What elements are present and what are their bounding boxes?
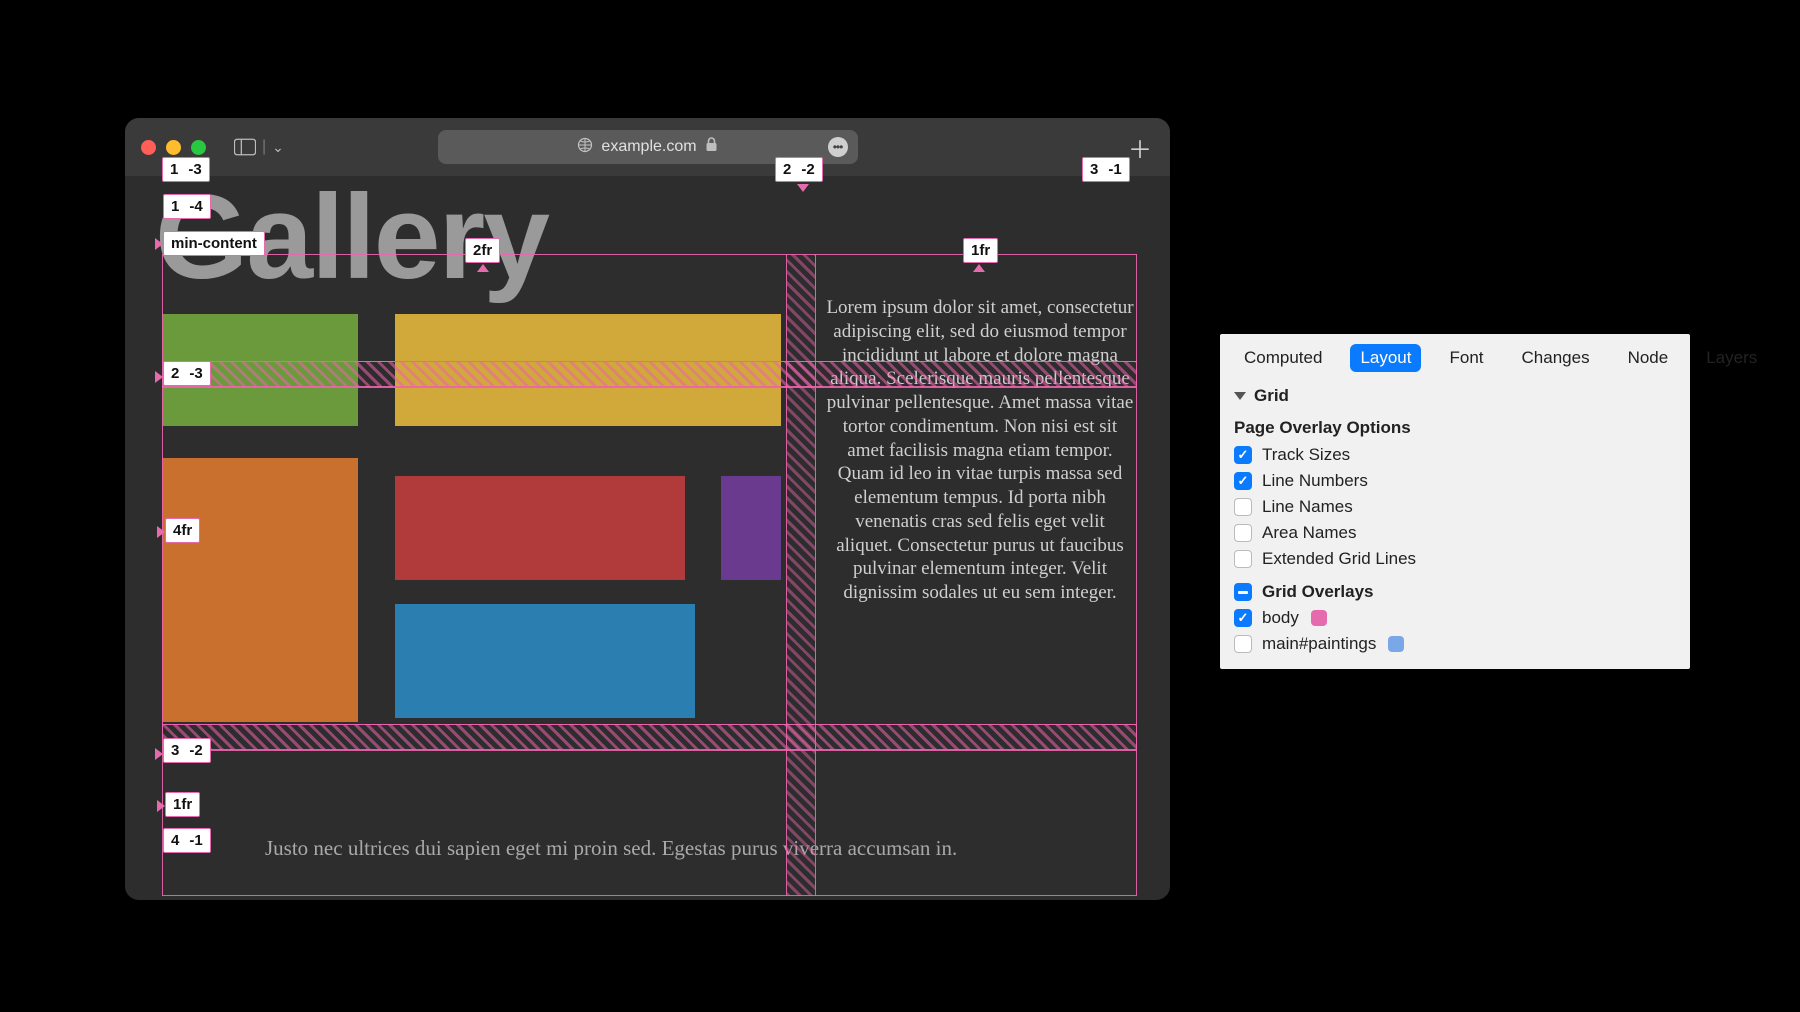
grid-col-track-1: 2fr — [465, 238, 500, 263]
option-label: Track Sizes — [1262, 445, 1350, 465]
zoom-window-button[interactable] — [191, 140, 206, 155]
overlay-label: main#paintings — [1262, 634, 1376, 654]
tab-computed[interactable]: Computed — [1234, 344, 1332, 372]
tab-font[interactable]: Font — [1439, 344, 1493, 372]
grid-section-header[interactable]: Grid — [1234, 382, 1676, 410]
painting-blue — [395, 604, 695, 718]
inspector-panel: Computed Layout Font Changes Node Layers… — [1220, 334, 1690, 669]
browser-window: | ⌄ example.com ••• ＋ Gallery Lorem ipsu… — [125, 118, 1170, 900]
checkbox-icon[interactable] — [1234, 609, 1252, 627]
color-swatch[interactable] — [1311, 610, 1327, 626]
grid-section-label: Grid — [1254, 386, 1289, 406]
lock-icon — [705, 137, 718, 157]
option-label: Line Names — [1262, 497, 1353, 517]
option-track-sizes[interactable]: Track Sizes — [1234, 442, 1676, 468]
overlay-body[interactable]: body — [1234, 605, 1676, 631]
more-icon[interactable]: ••• — [828, 137, 848, 157]
grid-col-line-3: 3-1 — [1082, 157, 1130, 182]
page-viewport: Gallery Lorem ipsum dolor sit amet, cons… — [125, 176, 1170, 900]
checkbox-icon[interactable] — [1234, 498, 1252, 516]
grid-overlays-header-row[interactable]: Grid Overlays — [1234, 572, 1676, 605]
overlay-options-header: Page Overlay Options — [1234, 410, 1676, 442]
overlay-main-paintings[interactable]: main#paintings — [1234, 631, 1676, 657]
grid-overlays-header: Grid Overlays — [1262, 582, 1374, 602]
disclosure-triangle-icon — [1234, 392, 1246, 400]
option-line-numbers[interactable]: Line Numbers — [1234, 468, 1676, 494]
painting-orange — [162, 458, 358, 722]
url-text: example.com — [601, 138, 696, 156]
option-label: Extended Grid Lines — [1262, 549, 1416, 569]
sidebar-icon — [234, 138, 256, 156]
checkbox-icon[interactable] — [1234, 446, 1252, 464]
chevron-down-icon[interactable]: ⌄ — [272, 139, 284, 156]
divider: | — [262, 138, 266, 156]
checkbox-icon[interactable] — [1234, 635, 1252, 653]
option-area-names[interactable]: Area Names — [1234, 520, 1676, 546]
grid-row-line-1: 1-4 — [163, 194, 211, 219]
tab-layers[interactable]: Layers — [1696, 344, 1767, 372]
option-label: Line Numbers — [1262, 471, 1368, 491]
inspector-tabs: Computed Layout Font Changes Node Layers — [1220, 334, 1690, 380]
grid-col-line-1: 1-3 — [162, 157, 210, 182]
color-swatch[interactable] — [1388, 636, 1404, 652]
close-window-button[interactable] — [141, 140, 156, 155]
grid-row-line-2: 2-3 — [163, 361, 211, 386]
grid-row-track-2: 4fr — [165, 518, 200, 543]
traffic-lights — [141, 140, 206, 155]
grid-row-track-3: 1fr — [165, 792, 200, 817]
grid-row-track-1: min-content — [163, 231, 265, 256]
painting-red — [395, 476, 685, 580]
footer-text: Justo nec ultrices dui sapien eget mi pr… — [265, 836, 957, 861]
overlay-label: body — [1262, 608, 1299, 628]
new-tab-button[interactable]: ＋ — [1128, 130, 1152, 165]
painting-purple — [721, 476, 781, 580]
tab-changes[interactable]: Changes — [1512, 344, 1600, 372]
minimize-window-button[interactable] — [166, 140, 181, 155]
option-line-names[interactable]: Line Names — [1234, 494, 1676, 520]
lorem-text: Lorem ipsum dolor sit amet, consectetur … — [825, 296, 1135, 605]
grid-col-track-2: 1fr — [963, 238, 998, 263]
option-label: Area Names — [1262, 523, 1356, 543]
checkbox-icon[interactable] — [1234, 550, 1252, 568]
checkbox-icon[interactable] — [1234, 524, 1252, 542]
globe-icon — [577, 137, 593, 158]
grid-row-line-3: 3-2 — [163, 738, 211, 763]
grid-col-line-2: 2-2 — [775, 157, 823, 182]
checkbox-icon[interactable] — [1234, 472, 1252, 490]
painting-gold — [395, 314, 781, 426]
sidebar-toggle-button[interactable]: | ⌄ — [234, 138, 284, 156]
checkbox-mixed-icon[interactable] — [1234, 583, 1252, 601]
tab-layout[interactable]: Layout — [1350, 344, 1421, 372]
option-extended-grid-lines[interactable]: Extended Grid Lines — [1234, 546, 1676, 572]
tab-node[interactable]: Node — [1618, 344, 1679, 372]
grid-row-line-4: 4-1 — [163, 828, 211, 853]
